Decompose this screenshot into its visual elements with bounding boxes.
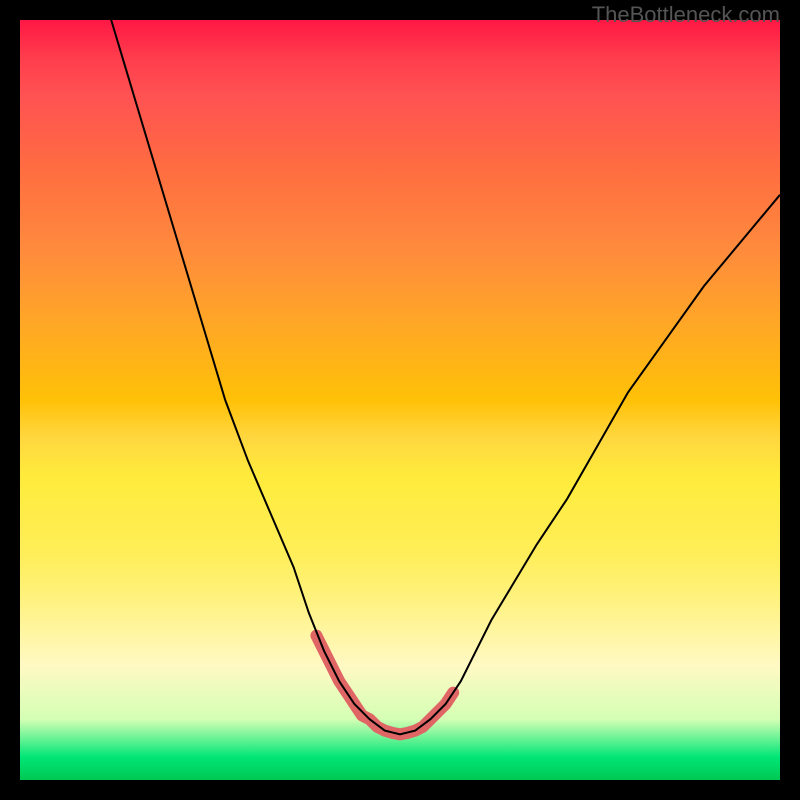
- bottleneck-curve: [111, 20, 780, 734]
- watermark-text: TheBottleneck.com: [592, 2, 780, 28]
- valley-highlight: [316, 636, 453, 735]
- chart-svg: [20, 20, 780, 780]
